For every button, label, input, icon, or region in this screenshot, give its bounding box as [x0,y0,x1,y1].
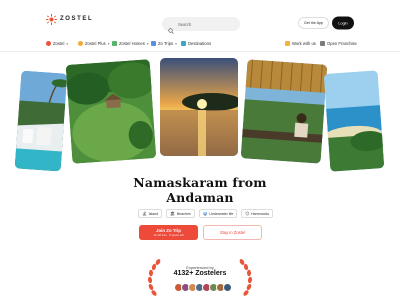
zosteler-count: 4132+ Zostelers [173,270,227,277]
photo-card-sunset-beach[interactable] [160,58,238,156]
chevron-down-icon: ▾ [107,41,110,46]
get-app-button[interactable]: Get the App [298,17,329,29]
nav-item-zostel-plus[interactable]: Zostel Plus ▾ [78,41,109,46]
nav-label: Zostel Homes [119,41,145,46]
island-icon: 🏝 [142,211,148,216]
join-zo-trip-button[interactable]: Join Zo Trip 12-18 Jan · 5 spots left [139,225,198,240]
search-icon [168,21,174,34]
tag-label: Underwater life [209,211,234,216]
photo-card-resort-pool[interactable] [14,70,68,172]
resort-pool-image [14,70,68,172]
underwater-icon: 🤿 [202,211,208,216]
hero-title: Namaskaram from Andaman [0,175,400,205]
tag-island[interactable]: 🏝 Island [138,209,163,218]
coastline-image [323,70,385,172]
chevron-down-icon: ▾ [146,41,149,46]
nav-label: Zo Trips [158,41,174,46]
trips-icon [151,41,156,46]
tag-label: Hammocks [251,211,270,216]
join-zo-trip-label: Join Zo Trip [156,227,181,233]
tag-label: Beaches [176,211,191,216]
photo-card-coastline[interactable] [323,70,385,172]
nav-label: Destinations [188,41,212,46]
work-icon [285,41,290,46]
chevron-down-icon: ▾ [175,41,177,46]
hero-title-line1: Namaskaram from [133,175,267,190]
nav-item-open-franchise[interactable]: Open Franchise [320,41,357,46]
zostel-plus-icon [78,41,83,46]
join-zo-trip-sublabel: 12-18 Jan · 5 spots left [153,233,184,238]
beach-icon: 🏖 [170,211,176,216]
nav-bar: Zostel ▾ Zostel Plus ▾ Zostel Homes ▾ Zo… [0,38,400,52]
homes-icon [112,41,117,46]
franchise-icon [320,41,325,46]
tag-beaches[interactable]: 🏖 Beaches [166,209,195,218]
sunset-beach-image [160,58,238,156]
tag-hammocks[interactable]: 😊 Hammocks [241,209,274,218]
nav-label: Open Franchise [327,41,357,46]
zostel-logo-icon [46,13,57,25]
nav-item-zostel[interactable]: Zostel ▾ [46,41,68,46]
nav-label: Zostel [53,41,65,46]
cafe-view-image [240,59,328,164]
destinations-icon [181,41,186,46]
avatar-group [174,283,232,292]
nav-item-zo-trips[interactable]: Zo Trips ▾ [151,41,177,46]
tag-underwater-life[interactable]: 🤿 Underwater life [198,209,238,218]
hammock-icon: 😊 [245,211,250,216]
zostel-logo[interactable]: ZOSTEL [46,13,94,25]
nav-item-zostel-homes[interactable]: Zostel Homes ▾ [112,41,149,46]
logo-text: ZOSTEL [60,16,94,22]
tag-label: Island [148,211,159,216]
search-bar[interactable]: Search [162,17,240,34]
login-button[interactable]: Login [332,16,354,30]
zostel-icon [46,41,51,46]
hero-title-line2: Andaman [166,190,234,205]
photo-card-jungle-hills[interactable] [65,59,157,164]
photo-card-cafe-view[interactable] [240,59,328,164]
search-placeholder: Search [178,21,192,27]
tag-list: 🏝 Island 🏖 Beaches 🤿 Underwater life 😊 H… [138,209,274,218]
nav-item-destinations[interactable]: Destinations [181,41,211,46]
nav-item-work-with-us[interactable]: Work with us [285,41,316,46]
avatar [223,283,232,292]
nav-label: Zostel Plus [85,41,106,46]
jungle-hills-image [65,59,157,164]
nav-label: Work with us [292,41,316,46]
stay-in-zostel-button[interactable]: Stay in Zostel [203,225,262,240]
chevron-down-icon: ▾ [66,41,69,46]
